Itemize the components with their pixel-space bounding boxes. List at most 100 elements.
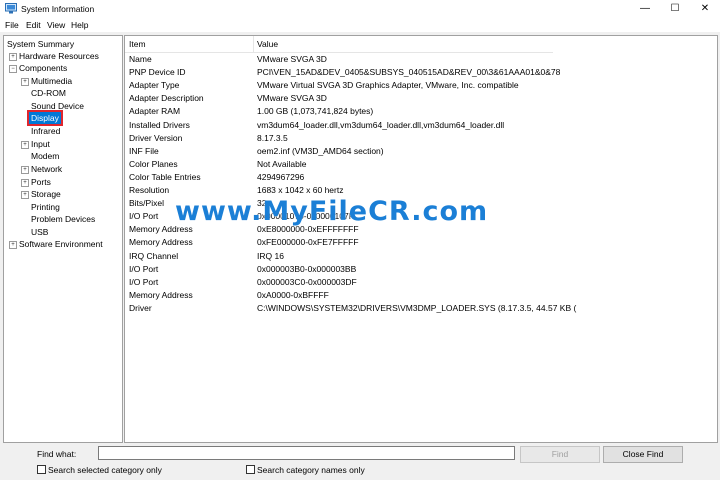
collapse-icon[interactable]: −	[9, 65, 17, 73]
details-list[interactable]: Item Value Name VMware SVGA 3D PNP Device …	[124, 35, 718, 443]
row-value: 8.17.3.5	[257, 132, 288, 143]
expand-icon[interactable]: +	[9, 241, 17, 249]
window-title: System Information	[21, 4, 95, 14]
table-row[interactable]: Adapter RAM 1.00 GB (1,073,741,824 bytes)	[125, 105, 715, 118]
row-value: 0x000003C0-0x000003DF	[257, 276, 357, 287]
table-row[interactable]: PNP Device ID PCI\VEN_15AD&DEV_0405&SUBSY…	[125, 66, 715, 79]
expand-icon[interactable]: +	[21, 191, 29, 199]
find-input[interactable]	[98, 446, 515, 460]
tree-item-software-environment[interactable]: Software Environment	[19, 238, 103, 250]
tree-item-system-summary[interactable]: System Summary	[7, 38, 74, 50]
tree-item-network[interactable]: Network	[31, 163, 62, 175]
expand-icon[interactable]: +	[21, 179, 29, 187]
row-item: Bits/Pixel	[129, 198, 164, 209]
tree-item-usb[interactable]: USB	[31, 226, 48, 238]
tree-item-multimedia[interactable]: Multimedia	[31, 75, 72, 87]
table-row[interactable]: Memory Address 0xA0000-0xBFFFF	[125, 289, 715, 302]
tree-item-display[interactable]: Display	[27, 110, 63, 126]
row-value: 1683 x 1042 x 60 hertz	[257, 185, 344, 195]
row-item: I/O Port	[129, 276, 159, 287]
row-item: Color Table Entries	[129, 171, 201, 182]
table-row[interactable]: Installed Drivers vm3dum64_loader.dll,vm3…	[125, 119, 715, 132]
row-value: 0x00001070-0x0000107F	[257, 211, 354, 222]
row-item: Driver	[129, 302, 152, 313]
tree-item-storage[interactable]: Storage	[31, 188, 61, 200]
table-row[interactable]: INF File oem2.inf (VM3D_AMD64 section)	[125, 145, 715, 158]
row-value: Not Available	[257, 158, 307, 169]
table-row[interactable]: Resolution 1683 x 1042 x 60 hertz	[125, 184, 715, 197]
row-value: 32	[257, 198, 267, 209]
tree-item-printing[interactable]: Printing	[31, 201, 60, 213]
tree-item-hardware-resources[interactable]: Hardware Resources	[19, 50, 99, 62]
row-item: Name	[129, 54, 152, 64]
tree-item-sound-device[interactable]: Sound Device	[31, 100, 84, 112]
table-row[interactable]: Driver C:\WINDOWS\SYSTEM32\DRIVERS\VM3DMP…	[125, 302, 715, 315]
table-row[interactable]: Driver Version 8.17.3.5	[125, 132, 715, 145]
table-row[interactable]: Adapter Type VMware Virtual SVGA 3D Graph…	[125, 79, 715, 92]
search-names-label: Search category names only	[257, 465, 365, 475]
row-value: 4294967296	[257, 171, 305, 182]
row-item: Installed Drivers	[129, 119, 190, 130]
menu-view[interactable]: View	[47, 20, 65, 30]
row-value: VMware SVGA 3D	[257, 54, 327, 64]
table-row[interactable]: Adapter Description VMware SVGA 3D	[125, 92, 715, 105]
find-label: Find what:	[37, 449, 77, 459]
tree-item-modem[interactable]: Modem	[31, 150, 59, 162]
table-row[interactable]: Memory Address 0xE8000000-0xEFFFFFFF	[125, 223, 715, 236]
menu-help[interactable]: Help	[71, 20, 88, 30]
expand-icon[interactable]: +	[9, 53, 17, 61]
search-names-checkbox[interactable]	[246, 465, 255, 474]
row-value: VMware SVGA 3D	[257, 93, 327, 104]
row-item: Driver Version	[129, 132, 183, 143]
list-header: Item Value	[125, 36, 553, 53]
table-row[interactable]: I/O Port 0x000003C0-0x000003DF	[125, 276, 715, 289]
row-item: Memory Address	[129, 237, 193, 248]
row-item: Memory Address	[129, 289, 193, 300]
tree-item-infrared[interactable]: Infrared	[31, 125, 60, 137]
row-item: Resolution	[129, 185, 170, 195]
tree-item-ports[interactable]: Ports	[31, 176, 51, 188]
menu-bar: File Edit View Help	[0, 18, 720, 32]
expand-icon[interactable]: +	[21, 141, 29, 149]
table-row[interactable]: Color Planes Not Available	[125, 158, 715, 171]
table-row[interactable]: I/O Port 0x00001070-0x0000107F	[125, 210, 715, 223]
row-item: INF File	[129, 145, 159, 156]
table-row[interactable]: Color Table Entries 4294967296	[125, 171, 715, 184]
close-button[interactable]: ✕	[690, 0, 720, 18]
table-row[interactable]: Memory Address 0xFE000000-0xFE7FFFFF	[125, 236, 715, 249]
close-find-button[interactable]: Close Find	[603, 446, 683, 463]
search-selected-checkbox[interactable]	[37, 465, 46, 474]
row-value: 0xA0000-0xBFFFF	[257, 289, 329, 300]
minimize-button[interactable]: —	[630, 0, 660, 18]
tree-item-cd-rom[interactable]: CD-ROM	[31, 87, 66, 99]
column-divider[interactable]	[253, 36, 254, 52]
tree-item-problem-devices[interactable]: Problem Devices	[31, 213, 95, 225]
table-row[interactable]: IRQ Channel IRQ 16	[125, 250, 715, 263]
tree-item-input[interactable]: Input	[31, 138, 50, 150]
row-value: oem2.inf (VM3D_AMD64 section)	[257, 145, 384, 156]
column-header-item[interactable]: Item	[129, 39, 146, 49]
table-row[interactable]: Name VMware SVGA 3D	[125, 53, 715, 66]
row-value: PCI\VEN_15AD&DEV_0405&SUBSYS_040515AD&RE…	[257, 67, 561, 78]
row-item: Adapter Type	[129, 80, 180, 91]
menu-edit[interactable]: Edit	[26, 20, 41, 30]
maximize-button[interactable]: ☐	[660, 0, 690, 18]
column-header-value[interactable]: Value	[257, 39, 278, 49]
find-button[interactable]: Find	[520, 446, 600, 463]
row-value: 0xFE000000-0xFE7FFFFF	[257, 237, 359, 248]
row-value: 0xE8000000-0xEFFFFFFF	[257, 224, 359, 235]
tree-item-components[interactable]: Components	[19, 62, 67, 74]
table-row[interactable]: I/O Port 0x000003B0-0x000003BB	[125, 263, 715, 276]
row-value: VMware Virtual SVGA 3D Graphics Adapter,…	[257, 80, 519, 91]
row-item: Memory Address	[129, 224, 193, 235]
row-item: I/O Port	[129, 263, 159, 274]
expand-icon[interactable]: +	[21, 78, 29, 86]
row-item: PNP Device ID	[129, 67, 186, 78]
expand-icon[interactable]: +	[21, 166, 29, 174]
category-tree[interactable]: System Summary + Hardware Resources − Co…	[3, 35, 123, 443]
table-row[interactable]: Bits/Pixel 32	[125, 197, 715, 210]
row-value: 0x000003B0-0x000003BB	[257, 263, 357, 274]
row-item: Adapter RAM	[129, 106, 181, 117]
menu-file[interactable]: File	[5, 20, 19, 30]
row-item: Adapter Description	[129, 93, 204, 104]
